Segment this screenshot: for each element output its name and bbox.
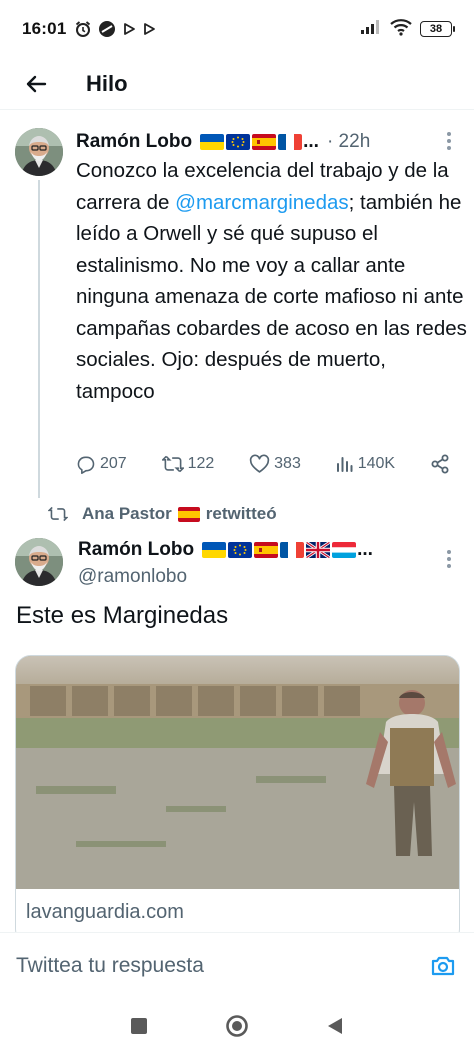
card-image: [16, 656, 459, 889]
app-notification-icon: [98, 20, 116, 38]
retweet-button[interactable]: 122: [161, 454, 215, 474]
share-button[interactable]: [430, 454, 450, 474]
views-chart-icon: [336, 457, 353, 472]
share-icon: [431, 454, 449, 474]
france-flag-icon: [280, 542, 305, 558]
retweet-small-icon: [48, 506, 68, 522]
battery-indicator: 38: [420, 21, 455, 37]
back-nav-button[interactable]: [315, 1006, 355, 1046]
tweet-author-row: Ramón Lobo ... · 22h: [76, 128, 370, 156]
spain-flag-icon: [254, 542, 279, 558]
author-name[interactable]: Ramón Lobo: [78, 539, 194, 561]
ukraine-flag-icon: [202, 542, 227, 558]
circle-home-icon: [226, 1014, 248, 1037]
like-button[interactable]: 383: [249, 454, 301, 474]
triangle-back-icon: [328, 1017, 342, 1034]
like-count: 383: [274, 455, 301, 472]
camera-button[interactable]: [428, 951, 458, 981]
ukraine-flag-icon: [200, 134, 225, 150]
mention-link[interactable]: @marcmarginedas: [175, 191, 348, 214]
profile-flags: [200, 134, 303, 150]
avatar[interactable]: [15, 538, 63, 586]
link-card[interactable]: lavanguardia.com: [15, 655, 460, 945]
flags-ellipsis: ...: [303, 131, 319, 152]
retweet-count: 122: [187, 455, 215, 472]
reply-count: 207: [100, 455, 127, 472]
eu-flag-icon: [226, 134, 251, 150]
signal-icon: [360, 19, 382, 40]
author-handle[interactable]: @ramonlobo: [78, 566, 187, 588]
author-name[interactable]: Ramón Lobo: [76, 131, 192, 153]
tweet-actions: 207 122 383 140K: [76, 450, 450, 478]
spain-flag-icon: [252, 134, 277, 150]
tweet-text-part2: ; también he leído a Orwell y sé qué sup…: [76, 190, 467, 403]
status-bar: 16:01 38: [0, 0, 474, 58]
status-time: 16:01: [22, 19, 67, 38]
views-count: 140K: [357, 455, 396, 472]
tweet-text: Conozco la excelencia del trabajo y de l…: [76, 155, 468, 407]
retweet-icon: [161, 455, 184, 473]
spain-flag-icon: [177, 506, 200, 522]
profile-flags: [202, 542, 357, 558]
card-domain[interactable]: lavanguardia.com: [26, 901, 184, 924]
system-nav-bar: [0, 998, 474, 1053]
france-flag-icon: [278, 134, 303, 150]
heart-icon: [249, 454, 270, 473]
avatar[interactable]: [15, 128, 63, 176]
reply-composer: Twittea tu respuesta: [0, 932, 474, 998]
wifi-icon: [390, 18, 412, 41]
reply-button[interactable]: 207: [76, 454, 127, 474]
tweet-text: Este es Marginedas: [16, 602, 229, 629]
arrow-left-icon: [26, 75, 47, 92]
page-title: Hilo: [86, 70, 128, 96]
alarm-icon: [74, 20, 92, 38]
more-options-icon[interactable]: [446, 132, 452, 150]
camera-icon: [431, 956, 455, 975]
square-icon: [131, 1017, 147, 1034]
tweet-time[interactable]: · 22h: [327, 131, 370, 153]
flags-ellipsis: ...: [357, 539, 373, 560]
thread-connector-line: [38, 180, 40, 498]
luxembourg-flag-icon: [332, 542, 357, 558]
thread-header: Hilo: [0, 58, 474, 110]
eu-flag-icon: [228, 542, 253, 558]
more-options-icon[interactable]: [446, 550, 452, 568]
play-icon: [122, 22, 136, 36]
play-icon-2: [142, 22, 156, 36]
retweet-banner: Ana Pastor retwitteó: [48, 500, 277, 528]
reply-icon: [77, 456, 95, 474]
reply-input[interactable]: Twittea tu respuesta: [16, 954, 204, 978]
recent-apps-button[interactable]: [119, 1006, 159, 1046]
retweet-label: retwitteó: [205, 504, 277, 523]
views-button[interactable]: 140K: [336, 455, 395, 473]
uk-flag-icon: [306, 542, 331, 558]
home-button[interactable]: [217, 1006, 257, 1046]
back-button[interactable]: [16, 64, 56, 104]
retweeter-name[interactable]: Ana Pastor: [82, 504, 172, 524]
avatar-photo: [15, 538, 63, 586]
tweet-author-row: Ramón Lobo ...: [78, 536, 373, 564]
avatar-photo: [15, 128, 63, 176]
